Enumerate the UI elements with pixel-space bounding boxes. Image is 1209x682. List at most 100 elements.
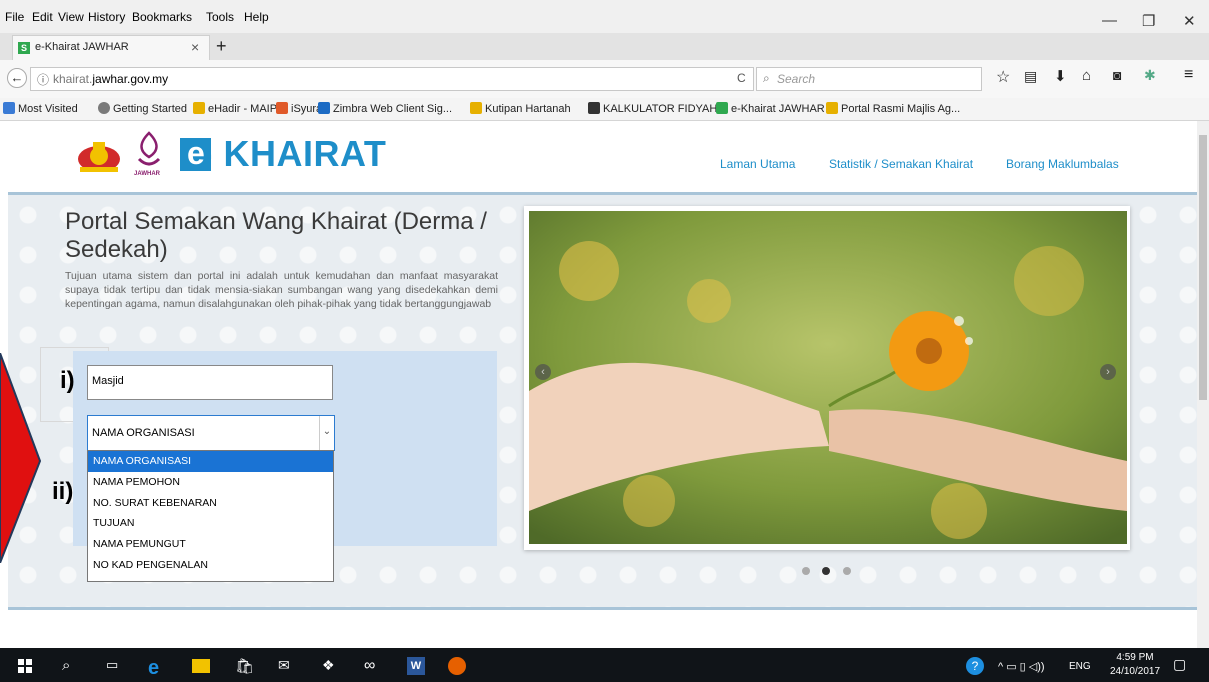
dropdown-option[interactable]: TUJUAN [88,513,333,534]
help-icon[interactable]: ? [966,657,984,675]
store-icon[interactable]: 🛍 [235,657,254,675]
edge-browser-icon[interactable]: e [148,657,166,679]
carousel-next-icon[interactable]: › [1100,364,1116,380]
reader-list-icon[interactable]: ▤ [1024,68,1037,85]
carousel-photo [529,211,1127,544]
keyword-input[interactable]: Masjid [87,365,333,400]
dropbox-icon[interactable]: ❖ [322,657,340,675]
dropdown-option[interactable]: NO KAD PENGENALAN [88,555,333,576]
nav-statistik[interactable]: Statistik / Semakan Khairat [829,157,973,171]
carousel-dot[interactable] [802,567,810,575]
bookmark-item[interactable]: e-Khairat JAWHAR [716,102,825,115]
windows-start-icon[interactable] [16,657,34,675]
url-host: khairat. [53,72,93,86]
menu-bookmarks[interactable]: Bookmarks [132,10,192,24]
download-icon[interactable]: ⬇ [1054,67,1067,85]
back-arrow-icon[interactable]: ← [7,68,27,88]
clock-date[interactable]: 24/10/2017 [1109,666,1161,677]
menu-tools[interactable]: Tools [206,10,234,24]
carousel-dot-active[interactable] [822,567,830,575]
bookmark-item[interactable]: Getting Started [98,102,187,115]
annotation-label-ii: ii) [52,478,74,505]
restore-icon[interactable]: ❐ [1142,12,1155,30]
bookmark-icon [470,102,482,114]
dropdown-option[interactable]: NAMA PEMOHON [88,472,333,493]
scrollbar-thumb[interactable] [1199,135,1207,400]
menu-edit[interactable]: Edit [32,10,53,24]
bookmark-item[interactable]: iSyura [276,102,322,115]
dropdown-option[interactable]: NAMA ORGANISASI [88,451,333,472]
page-title: Portal Semakan Wang Khairat (Derma / Sed… [65,208,487,263]
logo-e-letter: e [187,135,205,171]
jawhar-logo-text: JAWHAR [134,171,161,177]
hamburger-menu-icon[interactable]: ≡ [1184,66,1193,84]
file-explorer-icon[interactable] [192,659,210,673]
tray-icons[interactable]: ^ ▭ ▯ ◁)) [998,660,1045,673]
bookmark-icon [318,102,330,114]
chevron-down-icon[interactable]: ⌄ [319,416,334,450]
bookmark-item[interactable]: Portal Rasmi Majlis Ag... [826,102,960,115]
carousel-prev-icon[interactable]: ‹ [535,364,551,380]
notifications-icon[interactable]: ▢ [1173,656,1186,673]
tab-active[interactable]: S e-Khairat JAWHAR × [12,35,210,61]
red-arrow-annotation [0,353,42,563]
menu-view[interactable]: View [58,10,84,24]
site-favicon-icon: S [18,42,30,54]
nav-borang[interactable]: Borang Maklumbalas [1006,157,1119,171]
dropdown-option[interactable]: NO. SURAT KEBENARAN [88,493,333,514]
menu-bar: File Edit View History Bookmarks Tools H… [0,0,1209,33]
bookmark-icon [193,102,205,114]
info-icon[interactable]: ⓘ [37,71,49,88]
menu-file[interactable]: File [5,10,24,24]
bookmark-icon [588,102,600,114]
extension-icon[interactable]: ✱ [1144,67,1156,84]
mail-icon[interactable]: ✉ [278,657,296,675]
search-icon[interactable]: ⌕ [62,657,80,675]
new-tab-icon[interactable]: + [216,36,227,57]
url-domain: jawhar.gov.my [92,72,169,86]
infinity-app-icon[interactable]: ∞ [364,657,382,675]
bookmark-icon [716,102,728,114]
coat-of-arms-logo [76,139,122,175]
minimize-icon[interactable]: — [1102,12,1117,29]
bookmark-item[interactable]: KALKULATOR FIDYAH [588,102,717,115]
menu-help[interactable]: Help [244,10,269,24]
page-description: Tujuan utama sistem dan portal ini adala… [65,270,498,310]
bookmark-icon [98,102,110,114]
close-window-icon[interactable]: ✕ [1183,12,1196,30]
pocket-icon[interactable]: ◙ [1113,67,1121,83]
select-dropdown-list: NAMA ORGANISASI NAMA PEMOHON NO. SURAT K… [87,450,334,582]
bookmark-star-icon[interactable]: ☆ [996,67,1010,87]
menu-history[interactable]: History [88,10,125,24]
bookmark-icon [3,102,15,114]
bookmark-icon [826,102,838,114]
search-placeholder: Search [777,72,816,86]
home-icon[interactable]: ⌂ [1082,67,1091,84]
tab-close-icon[interactable]: × [191,39,199,55]
page-content: JAWHAR e- KHAIRAT e Laman Utama Statisti… [0,121,1197,648]
select-value: NAMA ORGANISASI [92,427,195,439]
keyword-input-value: Masjid [92,375,124,387]
jawhar-logo: JAWHAR [131,129,167,181]
carousel-dot[interactable] [843,567,851,575]
search-input[interactable]: ⌕ Search [756,67,982,91]
bookmarks-bar: Most Visited Getting Started eHadir - MA… [0,98,1209,121]
nav-laman-utama[interactable]: Laman Utama [720,157,795,171]
bookmark-icon [276,102,288,114]
annotation-label-i: i) [60,367,75,394]
search-icon: ⌕ [763,71,770,85]
reload-icon[interactable]: C [737,71,746,85]
language-indicator[interactable]: ENG [1069,661,1091,672]
firefox-icon[interactable] [448,657,466,675]
bookmark-item[interactable]: eHadir - MAIPk [193,102,283,115]
dropdown-option[interactable]: NAMA PEMUNGUT [88,534,333,555]
word-icon[interactable]: W [407,657,425,675]
url-bar[interactable]: ⓘ khairat.jawhar.gov.my C [30,67,754,91]
bookmark-item[interactable]: Kutipan Hartanah [470,102,571,115]
bookmark-item[interactable]: Zimbra Web Client Sig... [318,102,452,115]
bookmark-item[interactable]: Most Visited [3,102,78,115]
search-type-select[interactable]: NAMA ORGANISASI ⌄ [87,415,335,451]
clock-time[interactable]: 4:59 PM [1113,652,1157,663]
task-view-icon[interactable]: ▭ [106,657,124,675]
tab-title: e-Khairat JAWHAR [35,41,129,53]
